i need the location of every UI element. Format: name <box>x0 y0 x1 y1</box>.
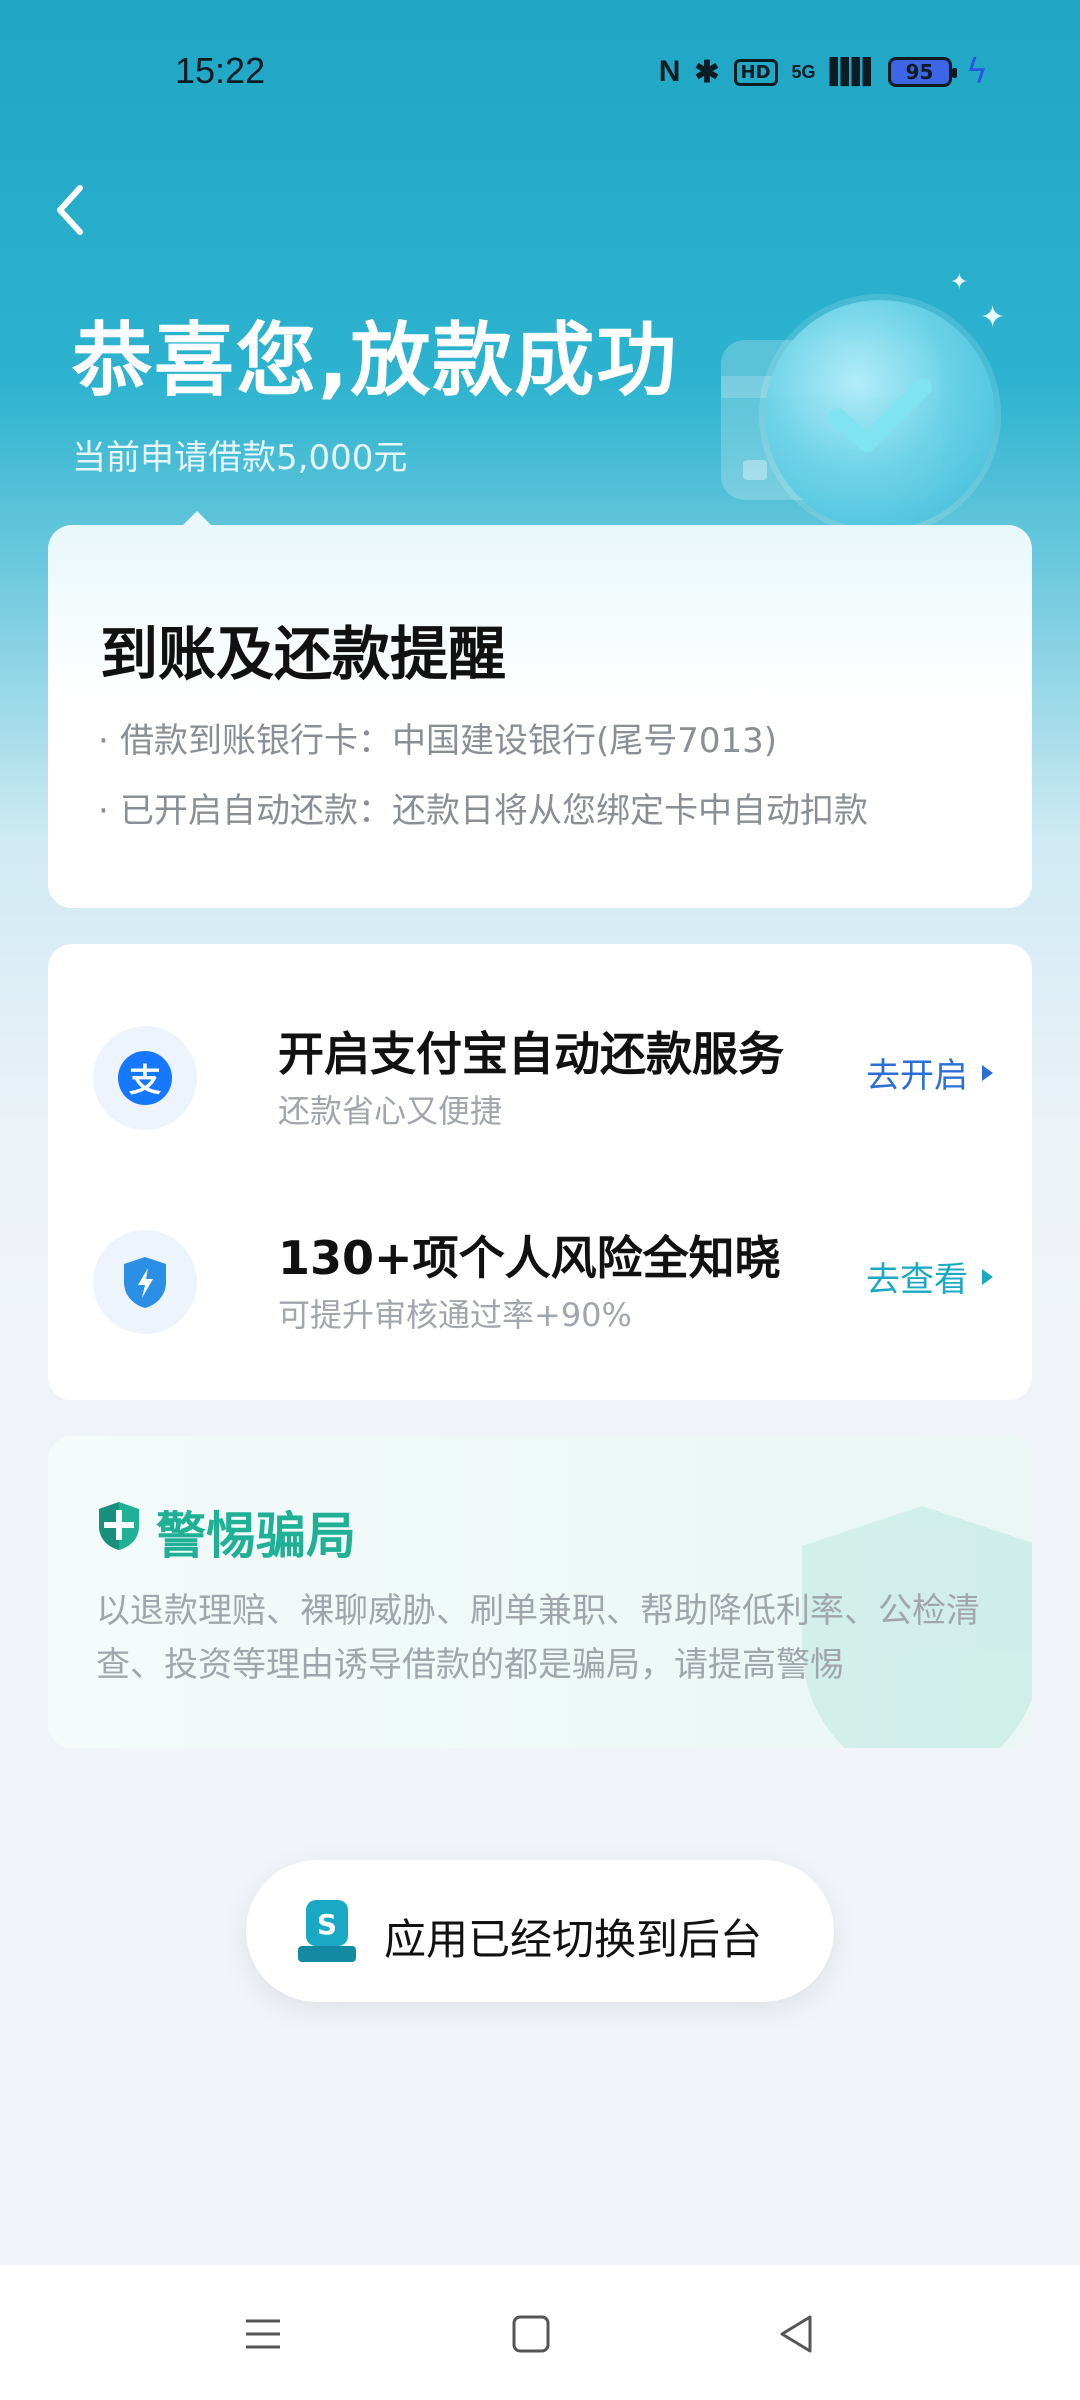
battery-icon: 95 <box>887 57 957 87</box>
action-label: 去开启 <box>866 1056 968 1096</box>
sparkle-icon: ✦ <box>980 300 1006 335</box>
alipay-icon: 支 <box>118 1051 172 1105</box>
signal-icon: ▌▌▌▌ <box>829 58 880 85</box>
service-item-risk[interactable]: 130+项个人风险全知晓 可提升审核通过率+90% 去查看 <box>93 1222 993 1334</box>
reminder-title: 到账及还款提醒 <box>100 620 507 688</box>
shield-alert-icon <box>99 1502 139 1550</box>
services-card: 支 开启支付宝自动还款服务 还款省心又便捷 去开启 130+项个人风险全知晓 可… <box>48 944 1032 1400</box>
view-risk-button[interactable]: 去查看 <box>866 1252 993 1301</box>
service-item-alipay[interactable]: 支 开启支付宝自动还款服务 还款省心又便捷 去开启 <box>93 1018 993 1130</box>
reminder-card: 到账及还款提醒 · 借款到账银行卡：中国建设银行(尾号7013) · 已开启自动还款… <box>48 511 1032 908</box>
toast: S 应用已经切换到后台 <box>246 1860 834 2002</box>
check-icon <box>828 378 932 452</box>
network-icon: 5G <box>791 61 816 82</box>
hd-icon: HD <box>733 58 778 86</box>
shield-icon-badge <box>93 1230 197 1334</box>
action-label: 去查看 <box>866 1260 968 1300</box>
shield-icon <box>124 1257 166 1308</box>
alipay-icon-badge: 支 <box>93 1026 197 1130</box>
status-bar: 15:22 N ✱ HD 5G ▌▌▌▌ 95 ϟ <box>0 0 1080 140</box>
system-nav-bar <box>0 2265 1080 2400</box>
page-title: 恭喜您,放款成功 <box>72 314 679 407</box>
service-subtitle: 还款省心又便捷 <box>278 1092 503 1130</box>
back-button[interactable] <box>48 180 98 240</box>
reminder-line-text: 借款到账银行卡：中国建设银行(尾号7013) <box>120 721 778 761</box>
sparkle-icon: ✦ <box>950 270 969 295</box>
fraud-warning-card: 警惕骗局 以退款理赔、裸聊威胁、刷单兼职、帮助降低利率、公检清查、投资等理由诱导… <box>48 1436 1032 1748</box>
toast-message: 应用已经切换到后台 <box>384 1915 763 1964</box>
back-nav-icon[interactable] <box>772 2309 822 2359</box>
reminder-line-text: 已开启自动还款：还款日将从您绑定卡中自动扣款 <box>120 791 868 831</box>
play-arrow-icon <box>982 1268 993 1285</box>
fraud-title: 警惕骗局 <box>156 1507 356 1565</box>
fraud-text: 以退款理赔、裸聊威胁、刷单兼职、帮助降低利率、公检清查、投资等理由诱导借款的都是… <box>96 1591 980 1685</box>
enable-alipay-button[interactable]: 去开启 <box>866 1048 993 1097</box>
play-arrow-icon <box>982 1064 993 1081</box>
service-title: 开启支付宝自动还款服务 <box>278 1027 784 1081</box>
success-illustration: ✦ ✦ <box>715 260 1015 530</box>
bluetooth-icon: ✱ <box>694 55 720 89</box>
status-icons: N ✱ HD 5G ▌▌▌▌ 95 ϟ <box>659 52 988 92</box>
svg-text:S: S <box>317 1908 337 1941</box>
loan-amount-subtitle: 当前申请借款5,000元 <box>72 438 408 478</box>
reminder-line-bank: · 借款到账银行卡：中国建设银行(尾号7013) <box>98 721 778 761</box>
menu-icon[interactable] <box>238 2309 288 2359</box>
back-arrow-icon <box>57 185 83 235</box>
charging-icon: ϟ <box>965 52 988 92</box>
status-time: 15:22 <box>175 50 266 91</box>
home-icon[interactable] <box>506 2309 556 2359</box>
app-logo-icon: S <box>298 1900 356 1962</box>
service-subtitle: 可提升审核通过率+90% <box>278 1296 632 1334</box>
nfc-icon: N <box>658 55 681 88</box>
reminder-line-autopay: · 已开启自动还款：还款日将从您绑定卡中自动扣款 <box>98 791 868 831</box>
service-title: 130+项个人风险全知晓 <box>278 1231 781 1285</box>
